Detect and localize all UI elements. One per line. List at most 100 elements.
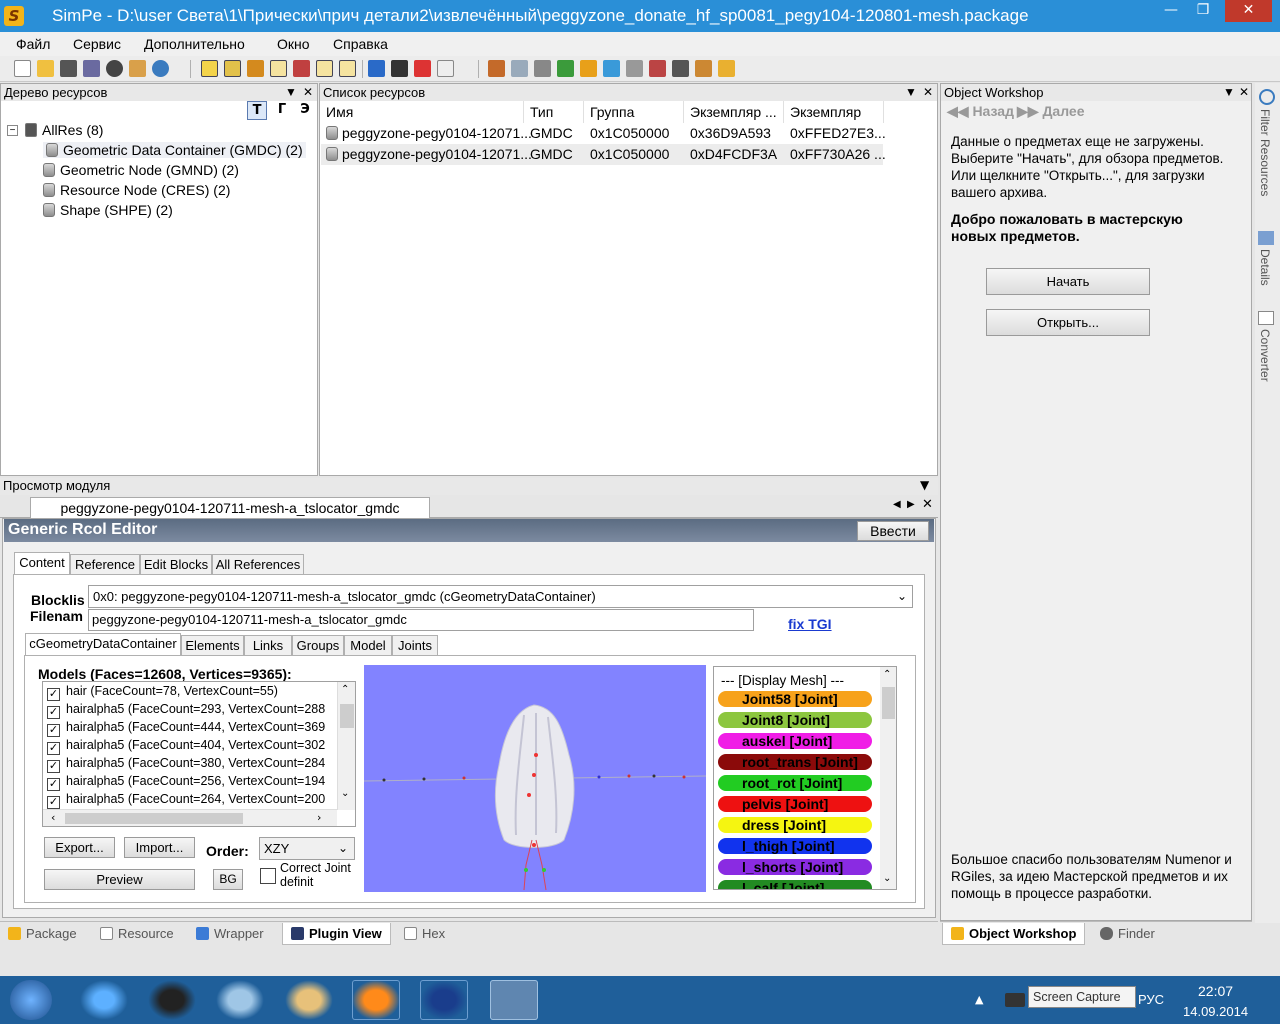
- chevron-down-icon[interactable]: ⌄: [341, 788, 349, 799]
- floppy-save-icon[interactable]: [420, 980, 468, 1020]
- save-all-icon[interactable]: [224, 60, 241, 77]
- filter-g-button[interactable]: Г: [272, 101, 292, 120]
- joint-item[interactable]: auskel [Joint]: [718, 733, 872, 749]
- joint-item[interactable]: l_calf [Joint]: [718, 880, 872, 889]
- start-button[interactable]: [10, 980, 52, 1020]
- tree-item-shpe[interactable]: Shape (SHPE) (2): [43, 202, 173, 218]
- column-instance[interactable]: Экземпляр: [784, 101, 884, 123]
- mesh-preview-viewport[interactable]: [364, 665, 706, 892]
- users-icon[interactable]: [129, 60, 146, 77]
- scan-icon[interactable]: [511, 60, 528, 77]
- reload-icon[interactable]: [247, 60, 264, 77]
- language-indicator[interactable]: РУС: [1138, 992, 1164, 1007]
- tree-item-gmdc[interactable]: Geometric Data Container (GMDC) (2): [43, 142, 306, 158]
- badge-icon[interactable]: [580, 60, 597, 77]
- save-as-icon[interactable]: [83, 60, 100, 77]
- chevron-right-icon[interactable]: ›: [317, 811, 321, 824]
- clock-date[interactable]: 14.09.2014: [1183, 1004, 1248, 1019]
- folder-icon[interactable]: [201, 60, 218, 77]
- people-icon[interactable]: [695, 60, 712, 77]
- side-tab-details[interactable]: Details: [1258, 249, 1272, 286]
- list-item[interactable]: ✓ hairalpha5 (FaceCount=264, VertexCount=…: [47, 792, 325, 809]
- close-icon[interactable]: ✕: [303, 84, 313, 101]
- sync-icon[interactable]: [368, 60, 385, 77]
- pin-icon[interactable]: ▼: [920, 478, 929, 492]
- converter-icon[interactable]: [1258, 311, 1274, 325]
- delete-icon[interactable]: [293, 60, 310, 77]
- joint-item[interactable]: l_thigh [Joint]: [718, 838, 872, 854]
- commit-button[interactable]: Ввести: [857, 521, 929, 541]
- models-list[interactable]: ✓ hair (FaceCount=78, VertexCount=55) ✓ ha…: [42, 681, 356, 827]
- joint-item[interactable]: l_shorts [Joint]: [718, 859, 872, 875]
- simpe-taskbar-icon[interactable]: [490, 980, 538, 1020]
- tab-package[interactable]: Package: [8, 923, 77, 945]
- menu-window[interactable]: Окно: [277, 36, 310, 52]
- list-icon[interactable]: [316, 60, 333, 77]
- tab-reference[interactable]: Reference: [70, 554, 140, 575]
- side-tab-converter[interactable]: Converter: [1258, 329, 1272, 382]
- tab-hex[interactable]: Hex: [404, 923, 445, 945]
- tools-icon[interactable]: [626, 60, 643, 77]
- tab-model[interactable]: Model: [344, 635, 392, 656]
- joint-item[interactable]: root_rot [Joint]: [718, 775, 872, 791]
- pin-icon[interactable]: ▼: [905, 84, 917, 101]
- save-icon[interactable]: [60, 60, 77, 77]
- tree-root[interactable]: AllRes (8): [25, 122, 103, 138]
- clock-time[interactable]: 22:07: [1198, 983, 1233, 999]
- joint-item[interactable]: pelvis [Joint]: [718, 796, 872, 812]
- person-icon[interactable]: [718, 60, 735, 77]
- tab-plugin-view[interactable]: Plugin View: [282, 923, 391, 945]
- column-name[interactable]: Имя: [320, 101, 524, 123]
- scroll-thumb[interactable]: [65, 813, 243, 824]
- package-icon[interactable]: [488, 60, 505, 77]
- open-button[interactable]: Открыть...: [986, 309, 1150, 336]
- tab-resource[interactable]: Resource: [100, 923, 174, 945]
- list-item[interactable]: ✓ hairalpha5 (FaceCount=256, VertexCount=…: [47, 774, 325, 791]
- close-icon[interactable]: ✕: [923, 84, 933, 101]
- app-icon[interactable]: S: [4, 6, 24, 26]
- internet-explorer-icon[interactable]: [80, 980, 128, 1020]
- minimize-button[interactable]: —: [1158, 0, 1184, 22]
- camera-icon[interactable]: [672, 60, 689, 77]
- document-tab[interactable]: peggyzone-pegy0104-120711-mesh-a_tslocat…: [30, 497, 430, 518]
- search-icon[interactable]: [152, 60, 169, 77]
- blocklist-select[interactable]: 0x0: peggyzone-pegy0104-120711-mesh-a_ts…: [88, 585, 913, 608]
- tree-item-cres[interactable]: Resource Node (CRES) (2): [43, 182, 230, 198]
- list-item[interactable]: ✓ hairalpha5 (FaceCount=380, VertexCount=…: [47, 756, 325, 773]
- start-button[interactable]: Начать: [986, 268, 1150, 295]
- tab-groups[interactable]: Groups: [292, 635, 344, 656]
- pin-icon[interactable]: ▼: [285, 84, 297, 101]
- menu-file[interactable]: Файл: [16, 36, 50, 52]
- recycle-icon[interactable]: [557, 60, 574, 77]
- tab-content[interactable]: Content: [14, 552, 70, 575]
- menu-help[interactable]: Справка: [333, 36, 388, 52]
- tab-links[interactable]: Links: [244, 635, 292, 656]
- tab-right-icon[interactable]: ▶: [907, 499, 915, 510]
- back-button[interactable]: ◀◀ Назад: [947, 103, 1014, 120]
- joint-item[interactable]: root_trans [Joint]: [718, 754, 872, 770]
- preview-button[interactable]: Preview: [44, 869, 195, 890]
- close-package-icon[interactable]: [106, 60, 123, 77]
- car-icon[interactable]: [534, 60, 551, 77]
- chevron-up-icon[interactable]: ⌃: [883, 669, 891, 680]
- notepad-icon[interactable]: [216, 980, 264, 1020]
- tab-all-references[interactable]: All References: [212, 554, 304, 575]
- tab-object-workshop[interactable]: Object Workshop: [942, 923, 1086, 945]
- camera-app-icon[interactable]: [148, 980, 196, 1020]
- menu-service[interactable]: Сервис: [73, 36, 121, 52]
- scroll-thumb[interactable]: [340, 704, 354, 728]
- list-item[interactable]: ✓ hairalpha5 (FaceCount=293, VertexCount=…: [47, 702, 325, 719]
- tab-geometry-data-container[interactable]: cGeometryDataContainer: [25, 633, 181, 656]
- close-button[interactable]: ✕: [1225, 0, 1272, 22]
- display-mesh-item[interactable]: --- [Display Mesh] ---: [721, 673, 844, 688]
- cancel-icon[interactable]: [414, 60, 431, 77]
- tab-edit-blocks[interactable]: Edit Blocks: [140, 554, 212, 575]
- eraser-icon[interactable]: [437, 60, 454, 77]
- tab-elements[interactable]: Elements: [181, 635, 244, 656]
- horizontal-scrollbar[interactable]: ‹ ›: [43, 809, 337, 826]
- forward-button[interactable]: ▶▶ Далее: [1017, 103, 1084, 120]
- column-instance-hi[interactable]: Экземпляр ...: [684, 101, 784, 123]
- filename-input[interactable]: peggyzone-pegy0104-120711-mesh-a_tslocat…: [88, 609, 754, 631]
- hat-icon[interactable]: [391, 60, 408, 77]
- tree-collapse-icon[interactable]: −: [7, 125, 18, 136]
